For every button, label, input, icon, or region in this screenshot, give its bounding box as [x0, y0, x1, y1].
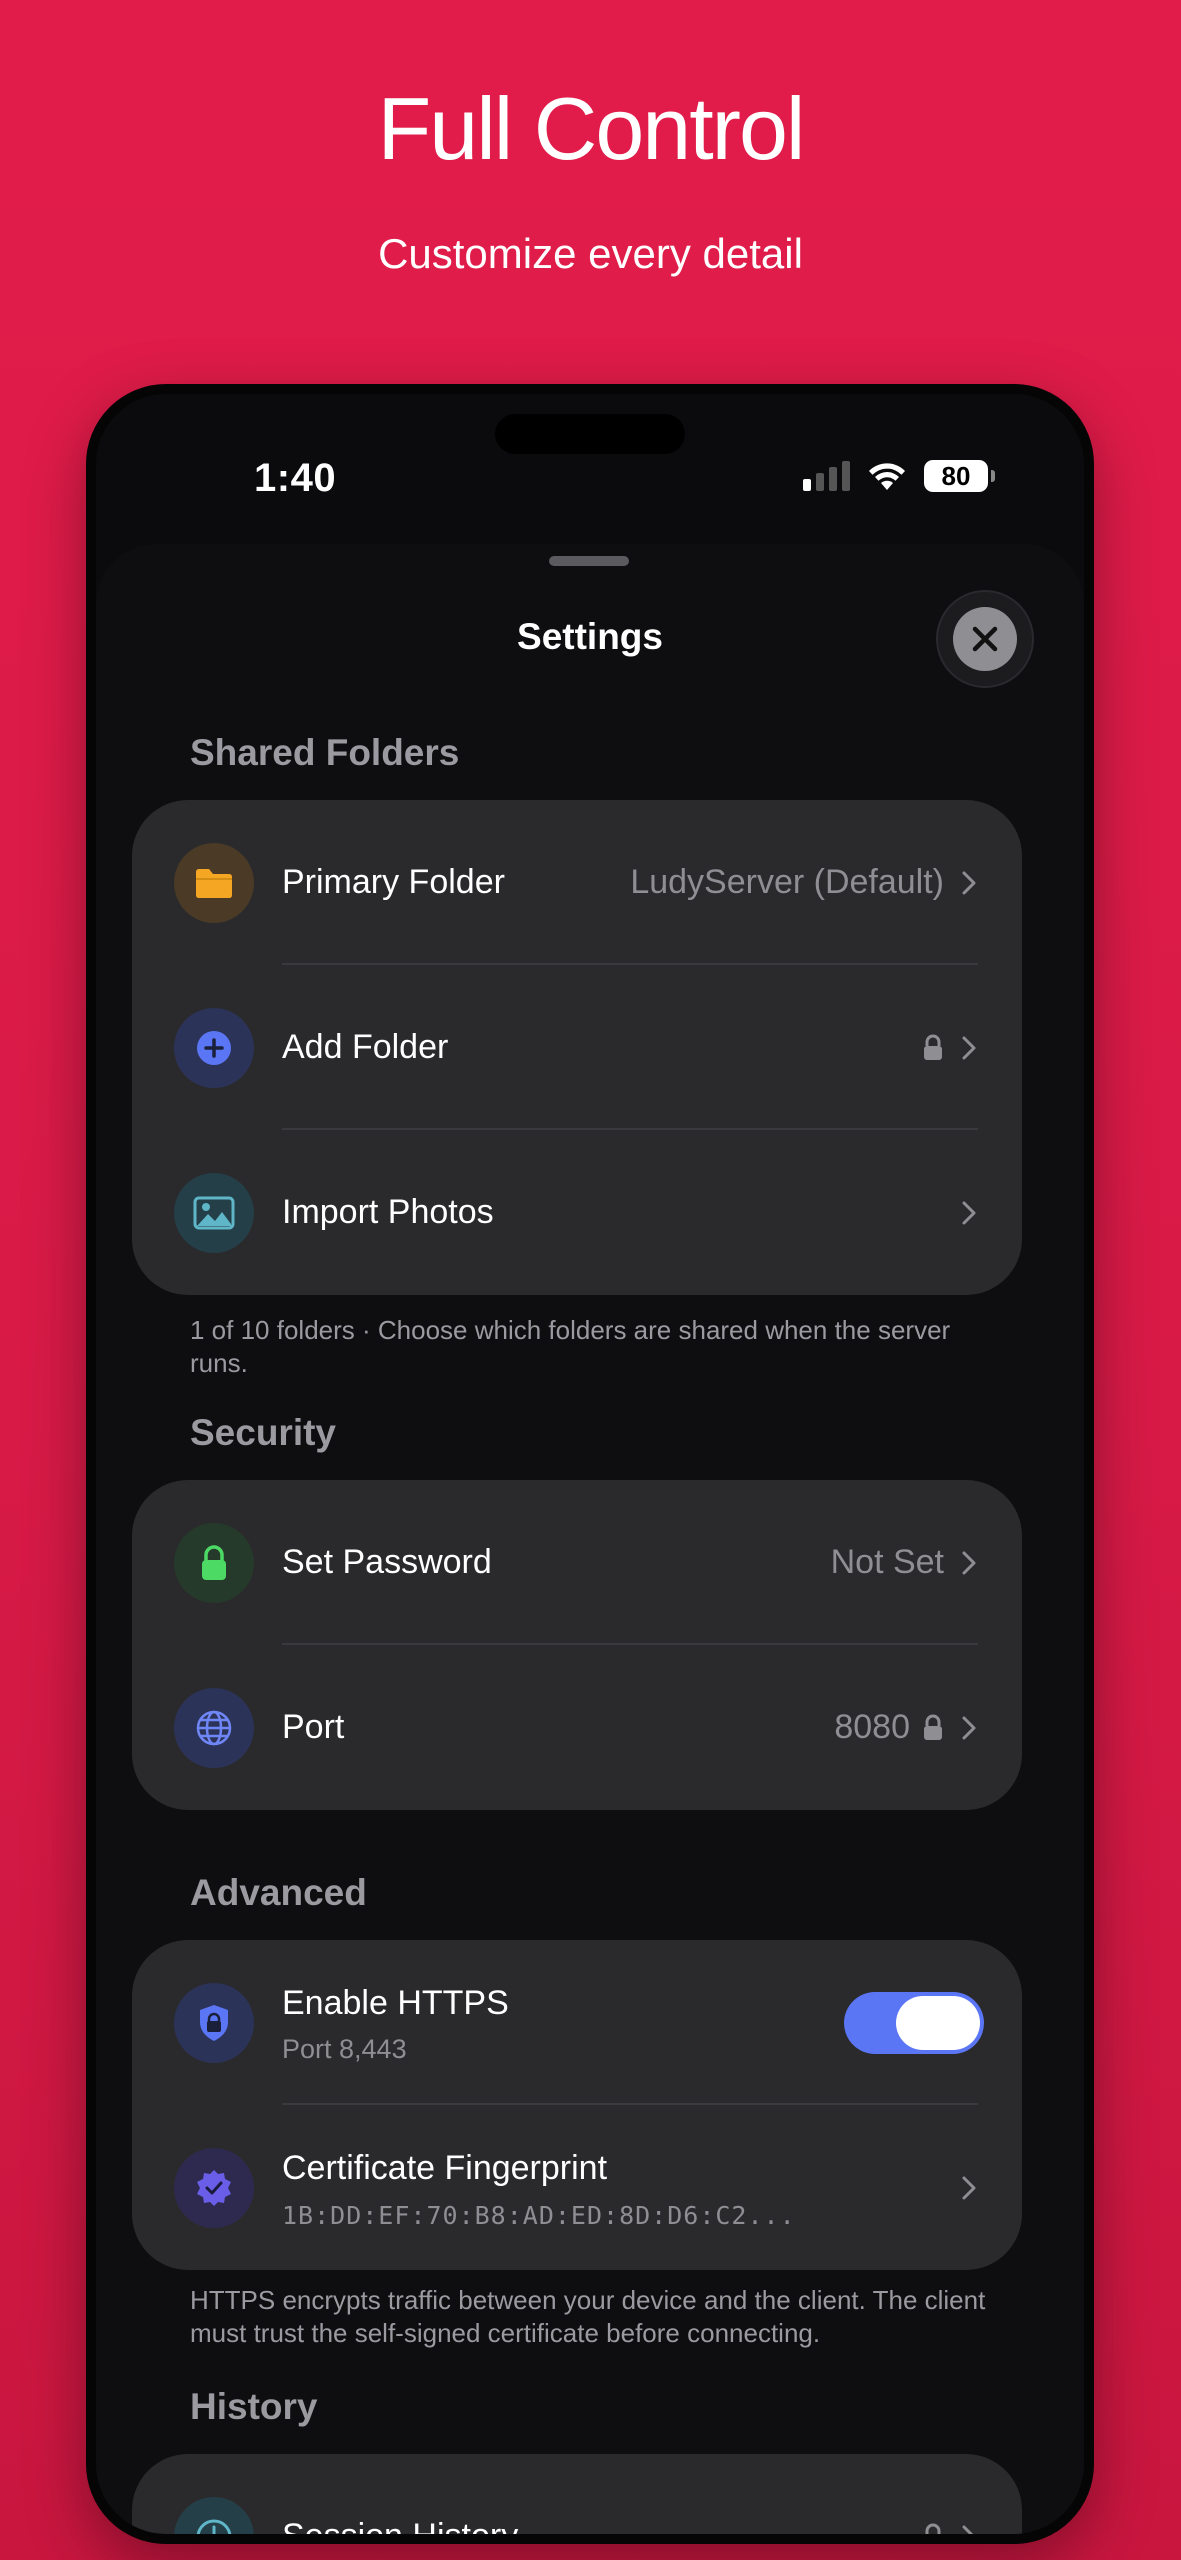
chevron-right-icon: [962, 1716, 976, 1739]
port-row[interactable]: Port 8080: [132, 1645, 1022, 1810]
section-header-advanced: Advanced: [190, 1872, 367, 1913]
certificate-fingerprint-label: Certificate Fingerprint: [282, 2149, 608, 2187]
set-password-value: Not Set: [830, 1543, 944, 1581]
clock-icon: [174, 2496, 254, 2534]
lock-icon: [174, 1522, 254, 1603]
wifi-icon: [869, 463, 905, 490]
promo-subtitle: Customize every detail: [378, 230, 803, 277]
globe-icon: [174, 1687, 254, 1768]
security-card: Set Password Not Set Port 8080: [132, 1480, 1022, 1810]
primary-folder-row[interactable]: Primary Folder LudyServer (Default): [132, 800, 1022, 965]
port-label: Port: [282, 1708, 345, 1746]
lock-icon: [924, 1034, 942, 1060]
status-time: 1:40: [254, 456, 337, 500]
plus-circle-icon: [174, 1007, 254, 1088]
cellular-signal-icon: [803, 461, 850, 491]
certificate-fingerprint-row[interactable]: Certificate Fingerprint 1B:DD:EF:70:B8:A…: [132, 2105, 1022, 2270]
section-header-shared-folders: Shared Folders: [190, 732, 460, 773]
photo-icon: [174, 1172, 254, 1253]
verified-badge-icon: [174, 2147, 254, 2228]
chevron-right-icon: [962, 2176, 976, 2199]
battery-icon: 80: [924, 460, 995, 492]
chevron-right-icon: [962, 1201, 976, 1224]
lock-icon: [924, 1714, 942, 1740]
advanced-footer: HTTPS encrypts traffic between your devi…: [190, 2285, 986, 2348]
import-photos-row[interactable]: Import Photos: [132, 1130, 1022, 1295]
set-password-label: Set Password: [282, 1543, 492, 1581]
history-card: Session History: [132, 2454, 1022, 2544]
phone-frame: 1:40 80 Settings Shared Folders Primary …: [86, 384, 1094, 2544]
section-header-security: Security: [190, 1412, 337, 1453]
port-value: 8080: [834, 1708, 910, 1746]
import-photos-label: Import Photos: [282, 1193, 494, 1231]
chevron-right-icon: [962, 2525, 974, 2534]
primary-folder-label: Primary Folder: [282, 863, 505, 901]
lock-icon: [925, 2523, 941, 2534]
sheet-grabber[interactable]: [549, 556, 629, 566]
section-header-history: History: [190, 2386, 318, 2427]
settings-sheet: Settings Shared Folders Primary Folder L…: [96, 544, 1084, 2544]
add-folder-label: Add Folder: [282, 1028, 449, 1066]
shared-folders-card: Primary Folder LudyServer (Default) Add …: [132, 800, 1022, 1295]
set-password-row[interactable]: Set Password Not Set: [132, 1480, 1022, 1645]
close-button[interactable]: [936, 590, 1034, 688]
certificate-fingerprint-value: 1B:DD:EF:70:B8:AD:ED:8D:D6:C2...: [282, 2201, 796, 2230]
close-icon: [953, 607, 1017, 671]
enable-https-port: Port 8,443: [282, 2034, 407, 2064]
shield-lock-icon: [174, 1982, 254, 2063]
primary-folder-value: LudyServer (Default): [630, 863, 944, 901]
toggle-knob: [896, 1995, 980, 2050]
folder-icon: [174, 842, 254, 923]
advanced-card: Enable HTTPS Port 8,443 Certificate Fing…: [132, 1940, 1022, 2270]
session-history-label: Session History: [282, 2517, 519, 2544]
chevron-right-icon: [962, 1036, 976, 1059]
add-folder-row[interactable]: Add Folder: [132, 965, 1022, 1130]
dynamic-island: [495, 414, 685, 454]
chevron-right-icon: [962, 1551, 976, 1574]
promo-title: Full Control: [377, 79, 806, 178]
status-icons: 80: [803, 460, 995, 492]
enable-https-toggle[interactable]: [844, 1991, 984, 2054]
chevron-right-icon: [962, 871, 976, 894]
session-history-row[interactable]: Session History: [132, 2454, 1022, 2544]
shared-folders-footer: 1 of 10 folders · Choose which folders a…: [190, 1315, 951, 1378]
enable-https-row: Enable HTTPS Port 8,443: [132, 1940, 1022, 2105]
enable-https-label: Enable HTTPS: [282, 1984, 509, 2022]
